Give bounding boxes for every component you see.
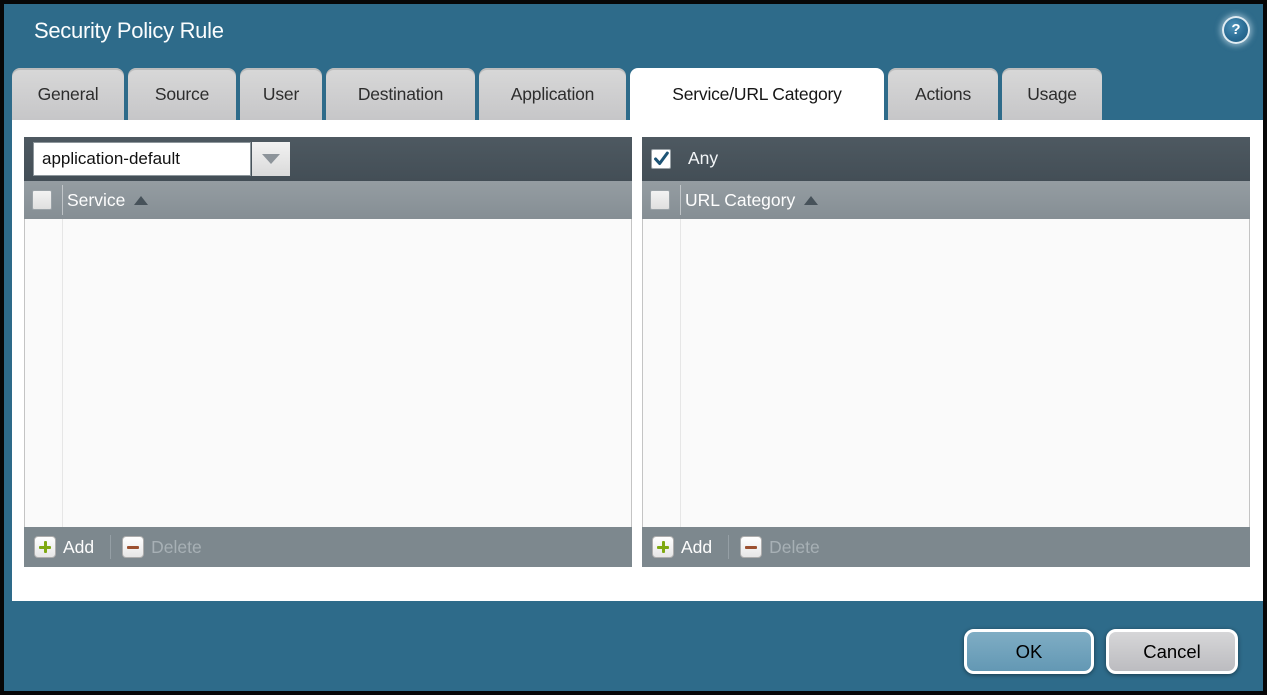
add-plus-icon	[652, 536, 674, 558]
toolbar-divider	[728, 535, 729, 559]
chevron-down-icon	[262, 154, 280, 164]
add-service-button[interactable]: Add	[34, 536, 94, 558]
any-label: Any	[688, 148, 718, 169]
column-divider	[680, 219, 681, 527]
tab-actions[interactable]: Actions	[888, 68, 998, 120]
url-category-footer-bar: Add Delete	[642, 527, 1250, 567]
service-type-dropdown[interactable]	[33, 142, 251, 176]
sort-ascending-icon[interactable]	[134, 196, 148, 205]
cancel-button[interactable]: Cancel	[1106, 629, 1238, 674]
checkmark-icon	[652, 149, 670, 169]
delete-minus-icon	[740, 536, 762, 558]
service-panel: Service Add Delete	[24, 137, 632, 567]
url-category-list[interactable]	[642, 219, 1250, 527]
delete-service-button[interactable]: Delete	[122, 536, 202, 558]
url-category-toolbar: Any	[642, 137, 1250, 181]
dropdown-arrow-button[interactable]	[252, 142, 290, 176]
tab-usage[interactable]: Usage	[1002, 68, 1102, 120]
tab-source[interactable]: Source	[128, 68, 236, 120]
service-table-header: Service	[24, 181, 632, 219]
service-footer-bar: Add Delete	[24, 527, 632, 567]
tab-service-url-category[interactable]: Service/URL Category	[630, 68, 884, 120]
service-list[interactable]	[24, 219, 632, 527]
tab-user[interactable]: User	[240, 68, 322, 120]
tab-application[interactable]: Application	[479, 68, 626, 120]
select-all-url-categories-checkbox[interactable]	[650, 190, 670, 210]
add-plus-icon	[34, 536, 56, 558]
page-title: Security Policy Rule	[34, 18, 224, 44]
ok-button[interactable]: OK	[964, 629, 1094, 674]
tab-bar: General Source User Destination Applicat…	[12, 68, 1102, 120]
select-all-services-checkbox[interactable]	[32, 190, 52, 210]
url-category-column-header[interactable]: URL Category	[685, 190, 795, 211]
help-glyph: ?	[1231, 21, 1240, 38]
sort-ascending-icon[interactable]	[804, 196, 818, 205]
column-divider	[62, 219, 63, 527]
add-url-category-button[interactable]: Add	[652, 536, 712, 558]
url-category-table-header: URL Category	[642, 181, 1250, 219]
security-policy-rule-dialog: Security Policy Rule ? General Source Us…	[0, 0, 1267, 695]
help-icon[interactable]: ?	[1222, 16, 1250, 44]
service-column-header[interactable]: Service	[67, 190, 125, 211]
tab-destination[interactable]: Destination	[326, 68, 475, 120]
url-category-panel: Any URL Category Add Delete	[642, 137, 1250, 567]
toolbar-divider	[110, 535, 111, 559]
delete-url-category-button[interactable]: Delete	[740, 536, 820, 558]
column-divider	[62, 185, 63, 215]
tab-general[interactable]: General	[12, 68, 124, 120]
service-toolbar	[24, 137, 632, 181]
any-row: Any	[651, 148, 718, 169]
delete-minus-icon	[122, 536, 144, 558]
tab-content: Service Add Delete	[12, 120, 1263, 601]
column-divider	[680, 185, 681, 215]
any-checkbox[interactable]	[651, 149, 671, 169]
